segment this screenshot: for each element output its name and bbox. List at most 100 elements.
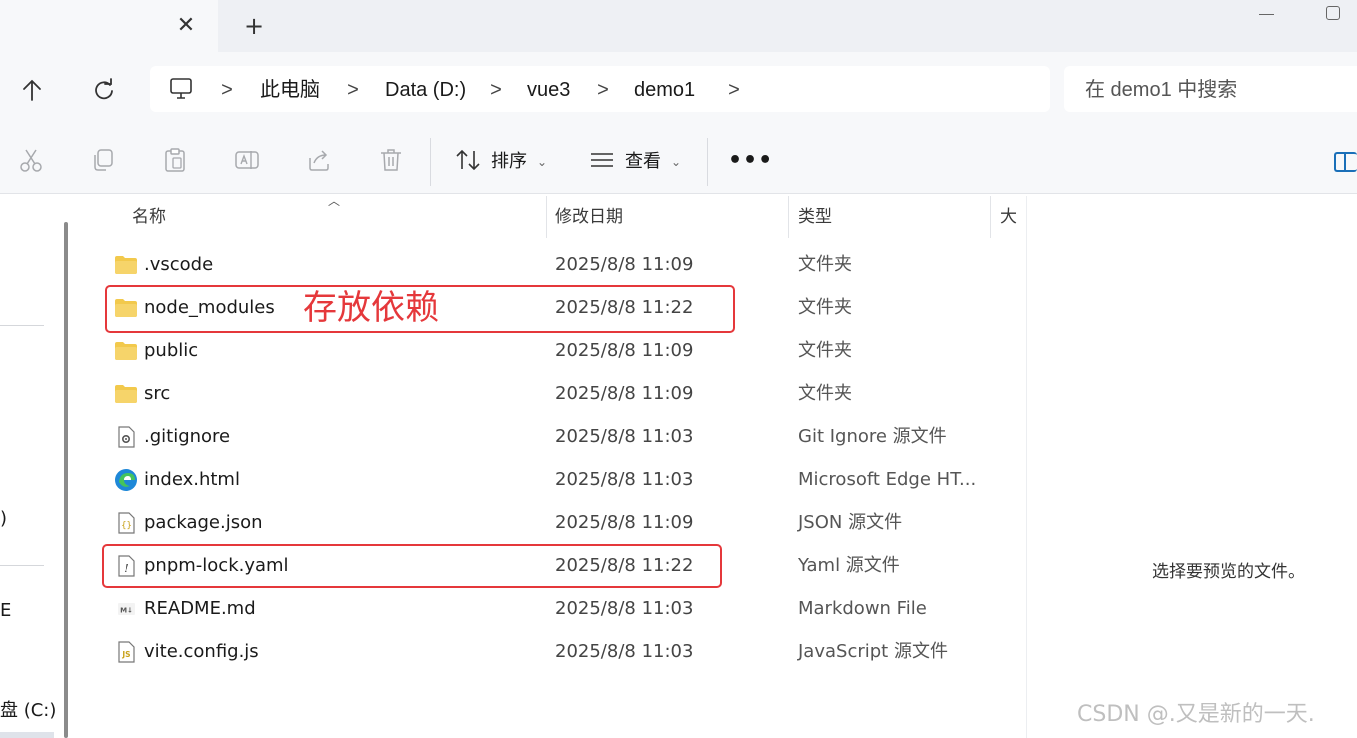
nav-scrollbar[interactable] [64, 222, 68, 738]
copy-icon [94, 149, 113, 171]
file-type: Microsoft Edge HT... [798, 469, 977, 490]
breadcrumb-vue3[interactable]: vue3 [527, 77, 570, 103]
file-date: 2025/8/8 11:09 [555, 340, 694, 361]
refresh-button[interactable] [88, 76, 120, 106]
paste-button[interactable] [161, 146, 189, 174]
file-row-gitignore[interactable]: .gitignore 2025/8/8 11:03 Git Ignore 源文件 [100, 415, 1026, 458]
file-row-readme[interactable]: M↓ README.md 2025/8/8 11:03 Markdown Fil… [100, 587, 1026, 630]
file-row-public[interactable]: public 2025/8/8 11:09 文件夹 [100, 329, 1026, 372]
chevron-down-icon: ⌄ [671, 155, 682, 169]
file-name: .vscode [144, 254, 214, 275]
breadcrumb-separator[interactable]: > [489, 77, 503, 103]
annotation-label: 存放依赖 [303, 288, 439, 328]
file-name: src [144, 383, 171, 404]
watermark: CSDN @.又是新的一天. [1077, 702, 1315, 727]
file-name: .gitignore [144, 426, 231, 447]
breadcrumb-separator[interactable]: > [596, 77, 610, 103]
file-date: 2025/8/8 11:09 [555, 254, 694, 275]
folder-icon [115, 385, 137, 403]
search-input[interactable]: 在 demo1 中搜索 [1085, 77, 1237, 103]
copy-button[interactable] [89, 146, 117, 174]
details-pane-icon[interactable] [1334, 152, 1357, 172]
delete-button[interactable] [377, 146, 405, 174]
column-divider[interactable] [788, 196, 789, 238]
rename-button[interactable] [233, 146, 261, 174]
view-icon [588, 146, 616, 174]
arrow-up-icon [23, 79, 41, 101]
file-row-src[interactable]: src 2025/8/8 11:09 文件夹 [100, 372, 1026, 415]
file-row-vscode[interactable]: .vscode 2025/8/8 11:09 文件夹 [100, 243, 1026, 286]
file-date: 2025/8/8 11:03 [555, 598, 694, 619]
file-type: Yaml 源文件 [798, 555, 900, 576]
navigation-pane [0, 194, 58, 738]
file-type: JSON 源文件 [798, 512, 903, 533]
view-button[interactable]: 查看 [625, 150, 661, 174]
file-date: 2025/8/8 11:03 [555, 469, 694, 490]
file-date: 2025/8/8 11:09 [555, 383, 694, 404]
nav-item-selected[interactable] [0, 732, 54, 738]
file-date: 2025/8/8 11:09 [555, 512, 694, 533]
sort-button[interactable]: 排序 [491, 150, 527, 174]
file-date: 2025/8/8 11:03 [555, 641, 694, 662]
column-divider[interactable] [990, 196, 991, 238]
breadcrumb-data-drive[interactable]: Data (D:) [385, 77, 466, 103]
file-name: index.html [144, 469, 240, 490]
file-type: 文件夹 [798, 254, 852, 275]
breadcrumb-separator[interactable]: > [346, 77, 360, 103]
more-options-button[interactable]: ••• [728, 148, 772, 174]
svg-text:{}: {} [121, 521, 132, 531]
edge-icon [115, 469, 137, 491]
minimize-button[interactable] [1257, 2, 1277, 22]
nav-item-partial[interactable]: ) [0, 508, 7, 529]
file-row-package-json[interactable]: {} package.json 2025/8/8 11:09 JSON 源文件 [100, 501, 1026, 544]
trash-icon [381, 149, 401, 171]
scissors-icon [20, 149, 42, 172]
rename-icon [235, 151, 259, 169]
file-type: 文件夹 [798, 297, 852, 318]
file-type: Markdown File [798, 598, 927, 619]
breadcrumb-separator[interactable]: > [220, 77, 234, 103]
share-button[interactable] [305, 146, 333, 174]
annotation-box-pnpm-lock [102, 544, 722, 588]
json-file-icon: {} [118, 512, 135, 534]
nav-item-drive-c[interactable]: 盘 (C:) [0, 699, 56, 723]
share-icon [309, 150, 329, 171]
gear-file-icon [118, 426, 135, 448]
file-type: 文件夹 [798, 340, 852, 361]
column-divider[interactable] [546, 196, 547, 238]
breadcrumb-demo1[interactable]: demo1 [634, 77, 695, 103]
breadcrumb-separator[interactable]: > [727, 77, 741, 103]
close-tab-button[interactable]: ✕ [174, 14, 198, 38]
file-date: 2025/8/8 11:03 [555, 426, 694, 447]
nav-item-partial[interactable]: E [0, 600, 11, 621]
preview-pane [1026, 196, 1357, 738]
up-button[interactable] [16, 76, 48, 106]
toolbar-divider [430, 138, 431, 186]
file-name: README.md [144, 598, 256, 619]
column-header-size[interactable]: 大小 [1000, 205, 1026, 229]
chevron-down-icon: ⌄ [537, 155, 548, 169]
file-row-vite-config[interactable]: JS vite.config.js 2025/8/8 11:03 JavaScr… [100, 630, 1026, 673]
sort-ascending-icon: ︿ [327, 194, 340, 208]
breadcrumb-this-pc[interactable]: 此电脑 [260, 77, 320, 103]
clipboard-icon [165, 148, 185, 172]
maximize-button[interactable] [1326, 6, 1340, 20]
folder-icon [115, 342, 137, 360]
file-name: package.json [144, 512, 263, 533]
preview-message: 选择要预览的文件。 [1152, 562, 1305, 582]
cut-button[interactable] [17, 146, 45, 174]
sort-icon [454, 146, 482, 174]
file-type: Git Ignore 源文件 [798, 426, 947, 447]
svg-text:JS: JS [121, 650, 130, 659]
svg-text:M↓: M↓ [120, 607, 133, 615]
file-row-index-html[interactable]: index.html 2025/8/8 11:03 Microsoft Edge… [100, 458, 1026, 501]
column-header-type[interactable]: 类型 [798, 205, 832, 229]
toolbar-divider [707, 138, 708, 186]
js-file-icon: JS [118, 641, 135, 663]
file-name: vite.config.js [144, 641, 259, 662]
refresh-icon [95, 78, 113, 100]
column-header-name[interactable]: 名称 [132, 205, 166, 229]
new-tab-button[interactable]: + [242, 14, 266, 38]
column-header-date[interactable]: 修改日期 [555, 205, 623, 229]
folder-icon [115, 256, 137, 274]
